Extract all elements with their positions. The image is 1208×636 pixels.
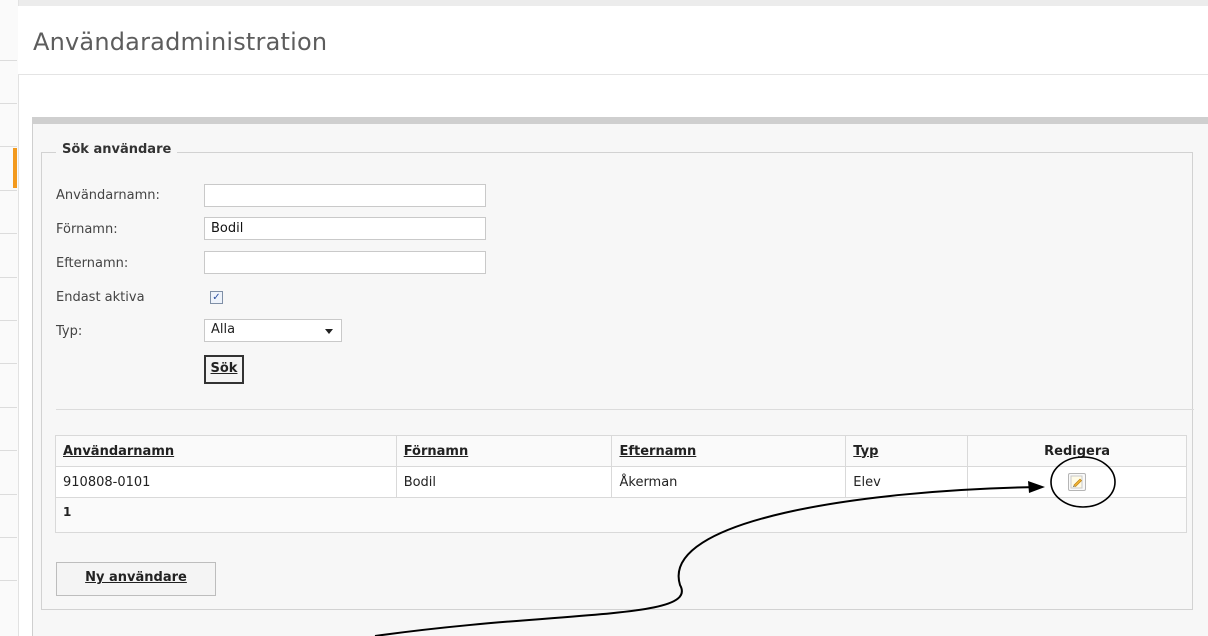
type-select[interactable]: Alla	[204, 319, 342, 342]
nav-divider	[0, 363, 17, 364]
active-only-label: Endast aktiva	[56, 290, 145, 305]
results-table: Användarnamn Förnamn Efternamn Typ Redig…	[55, 435, 1187, 533]
column-header-edit: Redigera	[967, 435, 1187, 467]
cell-firstname: Bodil	[395, 466, 613, 498]
nav-divider	[0, 494, 17, 495]
pager-page[interactable]: 1	[55, 497, 1187, 533]
firstname-label: Förnamn:	[56, 222, 118, 237]
chevron-down-icon	[325, 329, 333, 334]
page-title: Användaradministration	[33, 28, 328, 56]
pager-row: 1	[55, 497, 1187, 533]
active-only-checkbox[interactable]: ✓	[210, 291, 223, 304]
page-header: Användaradministration	[18, 6, 1208, 75]
type-label: Typ:	[56, 324, 83, 339]
new-user-button[interactable]: Ny användare	[56, 562, 216, 596]
nav-divider	[0, 320, 17, 321]
search-fieldset: Sök användare Användarnamn: Förnamn: Eft…	[41, 142, 1194, 610]
cell-edit	[967, 466, 1187, 498]
nav-divider	[0, 537, 17, 538]
column-header-firstname[interactable]: Förnamn	[395, 435, 613, 467]
left-nav-strip	[0, 0, 19, 636]
nav-divider	[0, 450, 17, 451]
pencil-icon[interactable]	[1068, 473, 1087, 491]
search-button[interactable]: Sök	[204, 355, 244, 384]
table-header-row: Användarnamn Förnamn Efternamn Typ Redig…	[55, 435, 1187, 467]
username-label: Användarnamn:	[56, 188, 160, 203]
nav-divider	[0, 233, 17, 234]
column-header-username[interactable]: Användarnamn	[55, 435, 397, 467]
table-row: 910808-0101 Bodil Åkerman Elev	[55, 466, 1187, 498]
nav-divider	[0, 580, 17, 581]
lastname-label: Efternamn:	[56, 256, 129, 271]
nav-divider	[0, 190, 17, 191]
main-panel: Sök användare Användarnamn: Förnamn: Eft…	[32, 117, 1208, 636]
username-input[interactable]	[204, 184, 486, 207]
nav-divider	[0, 103, 17, 104]
lastname-input[interactable]	[204, 251, 486, 274]
type-select-value: Alla	[211, 322, 236, 337]
column-header-lastname[interactable]: Efternamn	[611, 435, 847, 467]
cell-lastname: Åkerman	[611, 466, 847, 498]
nav-divider	[0, 146, 17, 147]
pencil-icon-glyph	[1070, 475, 1083, 489]
cell-username: 910808-0101	[55, 466, 397, 498]
active-nav-indicator	[13, 148, 17, 188]
divider	[56, 409, 1194, 410]
cell-type: Elev	[845, 466, 969, 498]
nav-divider	[0, 277, 17, 278]
nav-divider	[0, 407, 17, 408]
firstname-input[interactable]	[204, 217, 486, 240]
column-header-type[interactable]: Typ	[845, 435, 969, 467]
search-legend: Sök användare	[56, 142, 178, 157]
nav-divider	[0, 60, 17, 61]
